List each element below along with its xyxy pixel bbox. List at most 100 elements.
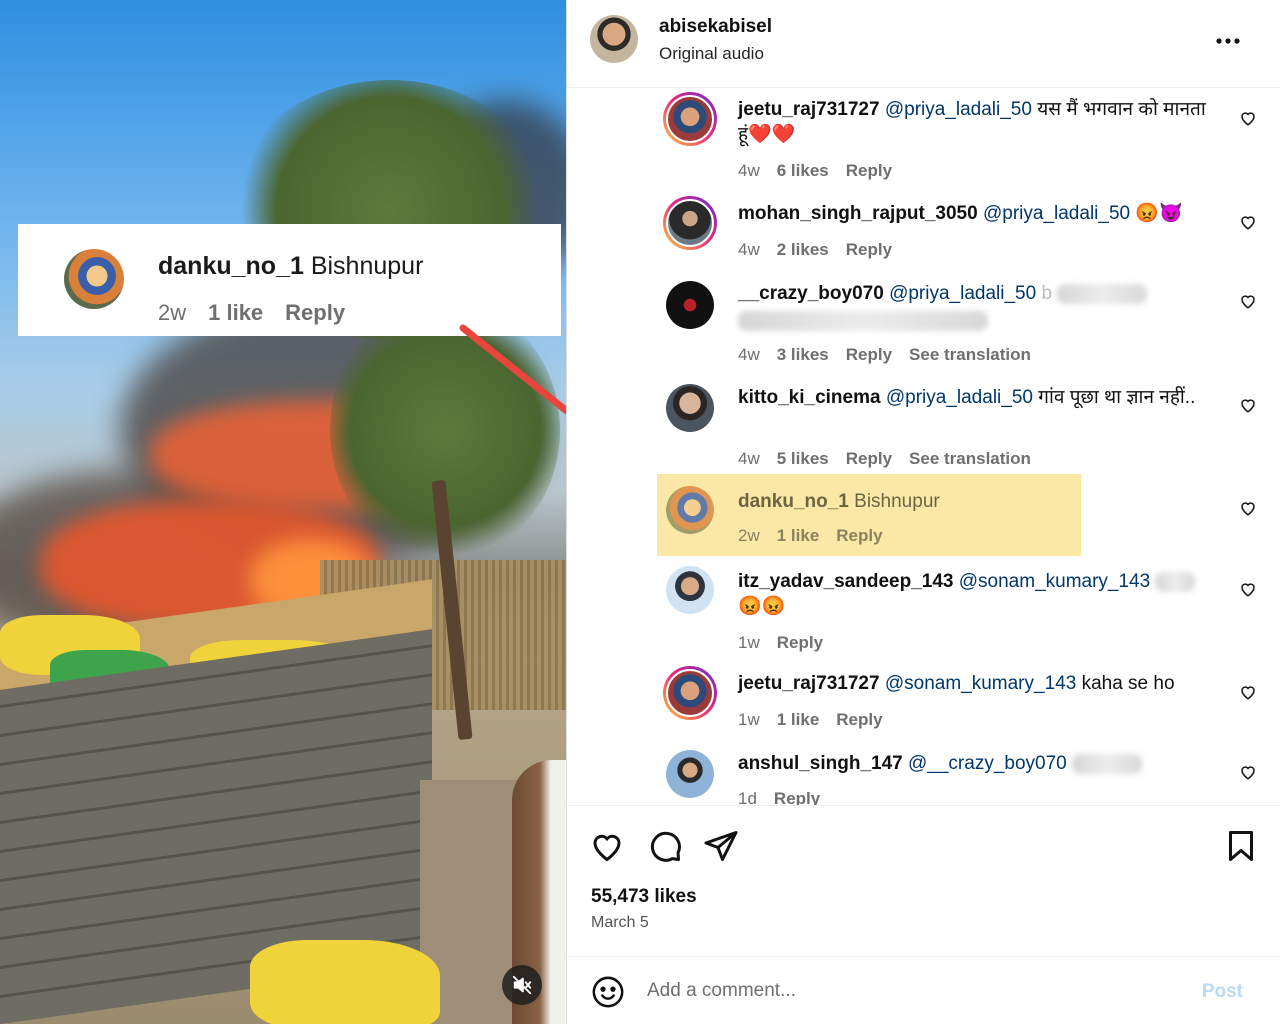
comment-mention[interactable]: @priya_ladali_50	[889, 283, 1036, 304]
emoji-smile-icon[interactable]	[591, 975, 625, 1009]
comment-body: kaha se ho	[1081, 673, 1175, 694]
callout-meta: 2w 1 like Reply	[158, 300, 345, 326]
comment-mention[interactable]: @priya_ladali_50	[983, 203, 1130, 224]
comment-mention[interactable]: @priya_ladali_50	[885, 99, 1032, 120]
see-translation-button[interactable]: See translation	[909, 449, 1031, 469]
comment-username[interactable]: itz_yadav_sandeep_143	[738, 571, 953, 592]
comment-text: mohan_singh_rajput_3050 @priya_ladali_50…	[738, 201, 1208, 226]
heart-icon[interactable]	[1239, 763, 1257, 781]
callout-comment-text: danku_no_1 Bishnupur	[158, 252, 423, 281]
callout-message: Bishnupur	[310, 252, 424, 280]
reel-video[interactable]	[0, 0, 566, 1024]
audio-label[interactable]: Original audio	[659, 44, 764, 64]
comment-meta: 4w 5 likes Reply See translation	[738, 449, 1031, 469]
comment-likes[interactable]: 6 likes	[777, 161, 829, 181]
comment-likes[interactable]: 1 like	[777, 526, 820, 546]
reply-button[interactable]: Reply	[777, 633, 823, 653]
post-comment-button[interactable]: Post	[1202, 981, 1243, 1003]
blurred-text	[1155, 571, 1196, 592]
callout-likes[interactable]: 1 like	[208, 300, 263, 326]
commenter-avatar[interactable]	[663, 196, 717, 250]
comments-list[interactable]: jeetu_raj731727 @priya_ladali_50 यस मैं …	[567, 88, 1280, 806]
comment-body: गांव पूछा था ज्ञान नहीं..	[1038, 387, 1196, 408]
comment-composer: Post	[567, 956, 1280, 1024]
callout-age: 2w	[158, 300, 187, 325]
callout-username[interactable]: danku_no_1	[158, 252, 304, 280]
blurred-text	[1072, 753, 1143, 774]
comment-bubble-icon[interactable]	[647, 828, 683, 864]
reply-button[interactable]: Reply	[836, 526, 882, 546]
see-translation-button[interactable]: See translation	[909, 345, 1031, 365]
muted-speaker-icon	[512, 975, 532, 995]
commenter-avatar[interactable]	[666, 750, 714, 798]
comment-text: jeetu_raj731727 @sonam_kumary_143 kaha s…	[738, 671, 1208, 696]
heart-icon[interactable]	[1239, 396, 1257, 414]
heart-icon[interactable]	[1239, 213, 1257, 231]
comment-username[interactable]: jeetu_raj731727	[738, 99, 880, 120]
post-likes-count[interactable]: 55,473 likes	[591, 886, 697, 908]
paper-plane-icon[interactable]	[703, 828, 739, 864]
comment-username[interactable]: mohan_singh_rajput_3050	[738, 203, 978, 224]
commenter-avatar[interactable]	[666, 566, 714, 614]
comment-meta: 1w 1 like Reply	[738, 710, 883, 730]
comment-age: 4w	[738, 449, 760, 468]
heart-icon[interactable]	[1239, 292, 1257, 310]
commenter-avatar[interactable]	[666, 281, 714, 329]
comment-age: 4w	[738, 345, 760, 364]
comment-input[interactable]	[647, 971, 1167, 1011]
comment-text: anshul_singh_147 @__crazy_boy070	[738, 751, 1208, 776]
commenter-avatar[interactable]	[663, 92, 717, 146]
more-options-button[interactable]	[1215, 28, 1241, 48]
comment-text: kitto_ki_cinema @priya_ladali_50 गांव पू…	[738, 385, 1208, 410]
author-avatar[interactable]	[590, 15, 638, 63]
commenter-avatar[interactable]	[663, 666, 717, 720]
heart-icon[interactable]	[1239, 580, 1257, 598]
commenter-avatar[interactable]	[666, 486, 714, 534]
comment-username[interactable]: jeetu_raj731727	[738, 673, 880, 694]
post-panel: abisekabisel Original audio jeetu_raj731…	[566, 0, 1280, 1024]
comment-likes[interactable]: 1 like	[777, 710, 820, 730]
bookmark-icon[interactable]	[1223, 828, 1259, 864]
yellow-sack	[250, 940, 440, 1024]
comment-body: b	[1041, 283, 1053, 304]
callout-reply[interactable]: Reply	[285, 300, 345, 326]
reply-button[interactable]: Reply	[836, 710, 882, 730]
author-username[interactable]: abisekabisel	[659, 16, 772, 38]
comment-mention[interactable]: @priya_ladali_50	[886, 387, 1033, 408]
comment-meta: 2w 1 like Reply	[738, 526, 883, 546]
mute-button[interactable]	[502, 965, 542, 1005]
comment-text: danku_no_1 Bishnupur	[738, 489, 1208, 514]
reply-button[interactable]: Reply	[846, 345, 892, 365]
comment-username[interactable]: danku_no_1	[738, 491, 849, 512]
comment-mention[interactable]: @__crazy_boy070	[908, 753, 1067, 774]
comment-meta: 1d Reply	[738, 789, 820, 805]
reply-button[interactable]: Reply	[774, 789, 820, 805]
comment-meta: 1w Reply	[738, 633, 823, 653]
reply-button[interactable]: Reply	[846, 161, 892, 181]
reply-button[interactable]: Reply	[846, 240, 892, 260]
comment-likes[interactable]: 5 likes	[777, 449, 829, 469]
comment-likes[interactable]: 3 likes	[777, 345, 829, 365]
blurred-text	[1057, 283, 1148, 304]
comment-body: 😡😡	[738, 596, 786, 617]
comment-username[interactable]: __crazy_boy070	[738, 283, 884, 304]
comment-age: 4w	[738, 240, 760, 259]
comment-username[interactable]: kitto_ki_cinema	[738, 387, 881, 408]
reply-button[interactable]: Reply	[846, 449, 892, 469]
heart-icon[interactable]	[1239, 499, 1257, 517]
comment-age: 1w	[738, 710, 760, 729]
heart-icon[interactable]	[589, 828, 625, 864]
comment-mention[interactable]: @sonam_kumary_143	[885, 673, 1076, 694]
comment-likes[interactable]: 2 likes	[777, 240, 829, 260]
comment-text: jeetu_raj731727 @priya_ladali_50 यस मैं …	[738, 97, 1208, 147]
comment-age: 4w	[738, 161, 760, 180]
comment-meta: 4w 3 likes Reply See translation	[738, 345, 1031, 365]
commenter-avatar[interactable]	[666, 384, 714, 432]
blurred-text	[738, 310, 988, 331]
comment-text: itz_yadav_sandeep_143 @sonam_kumary_143 …	[738, 569, 1208, 619]
comment-username[interactable]: anshul_singh_147	[738, 753, 903, 774]
heart-icon[interactable]	[1239, 683, 1257, 701]
comment-meta: 4w 2 likes Reply	[738, 240, 892, 260]
heart-icon[interactable]	[1239, 109, 1257, 127]
comment-mention[interactable]: @sonam_kumary_143	[959, 571, 1150, 592]
